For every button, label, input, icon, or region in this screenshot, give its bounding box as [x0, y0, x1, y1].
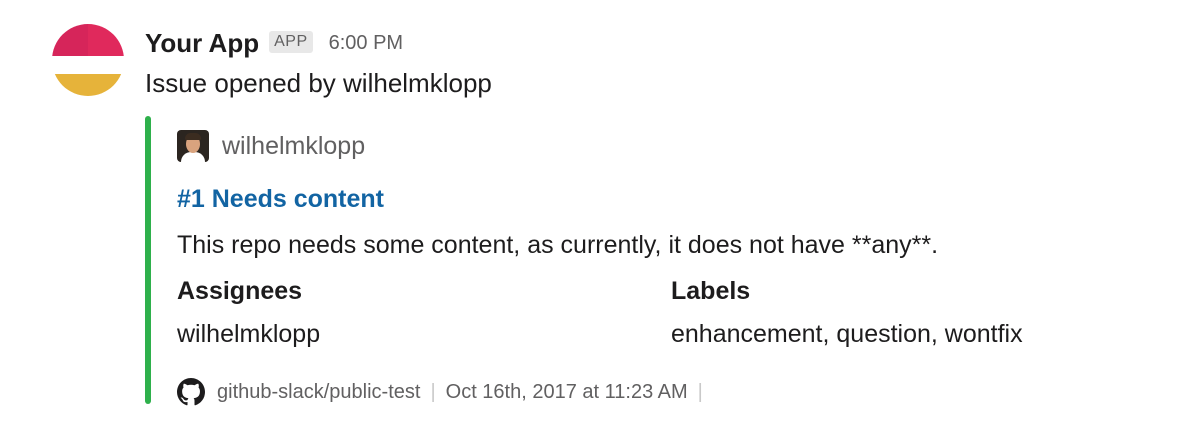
- footer-repo[interactable]: github-slack/public-test: [217, 381, 420, 404]
- attachment: wilhelmklopp #1 Needs content This repo …: [145, 116, 1185, 406]
- field-value: enhancement, question, wontfix: [671, 320, 1023, 348]
- author-avatar[interactable]: [177, 130, 209, 162]
- github-icon: [177, 378, 205, 406]
- sender-name[interactable]: Your App: [145, 28, 259, 59]
- app-logo-icon: [52, 24, 124, 56]
- attachment-text: This repo needs some content, as current…: [177, 231, 939, 259]
- attachment-title-link[interactable]: #1 Needs content: [177, 176, 1167, 222]
- footer-separator: |: [430, 380, 436, 403]
- footer-timestamp[interactable]: Oct 16th, 2017 at 11:23 AM: [446, 381, 688, 404]
- field-title: Assignees: [177, 277, 303, 305]
- app-logo-left: [52, 24, 88, 56]
- field-title: Labels: [671, 277, 751, 305]
- message-text: Issue opened by wilhelmklopp: [145, 68, 492, 98]
- app-avatar[interactable]: [52, 24, 124, 96]
- attachment-fields: Assignees wilhelmklopp Labels enhancemen…: [177, 270, 1167, 356]
- attachment-color-bar: [145, 116, 151, 404]
- author-name[interactable]: wilhelmklopp: [222, 132, 365, 161]
- message-timestamp[interactable]: 6:00 PM: [329, 32, 403, 55]
- footer-separator: |: [697, 380, 703, 403]
- field-value: wilhelmklopp: [177, 320, 321, 348]
- field-assignees: Assignees wilhelmklopp: [177, 270, 671, 356]
- author-avatar-hair: [185, 133, 201, 140]
- attachment-footer: github-slack/public-test | Oct 16th, 201…: [177, 364, 1167, 420]
- app-logo-bottom: [52, 74, 124, 96]
- field-labels: Labels enhancement, question, wontfix: [671, 270, 1165, 356]
- message-content: Your App APP 6:00 PM Issue opened by wil…: [145, 24, 1185, 102]
- message-header: Your App APP 6:00 PM: [145, 24, 1185, 62]
- author-avatar-shirt: [181, 152, 205, 162]
- attachment-body: wilhelmklopp #1 Needs content This repo …: [177, 116, 1167, 420]
- attachment-author: wilhelmklopp: [177, 116, 1167, 176]
- app-badge: APP: [269, 31, 313, 53]
- app-logo-right: [88, 24, 124, 56]
